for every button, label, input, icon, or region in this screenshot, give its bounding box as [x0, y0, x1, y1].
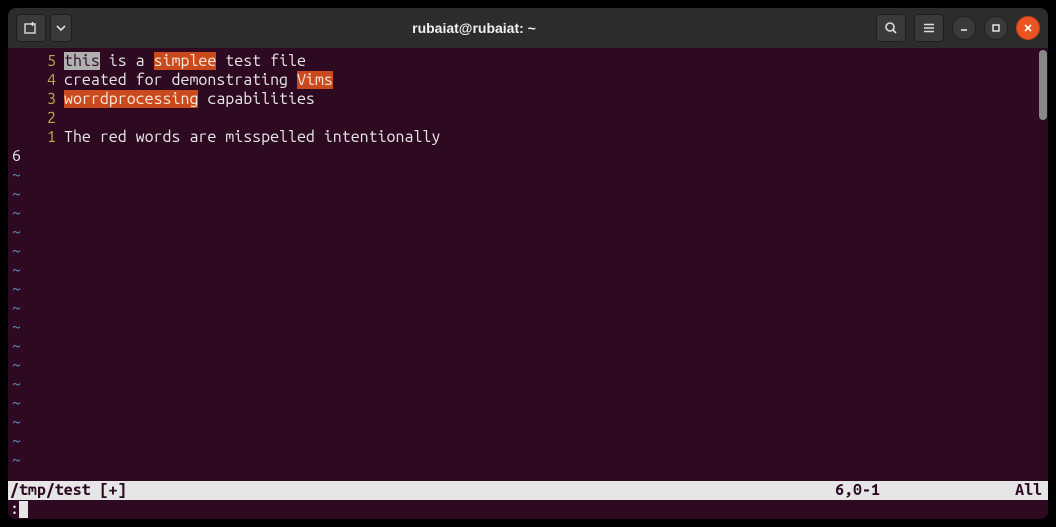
hamburger-menu-button[interactable]	[914, 14, 944, 42]
spell-bad-word: Vims	[297, 71, 333, 89]
terminal-viewport[interactable]: 5 this is a simplee test file 4 created …	[8, 48, 1048, 519]
tilde-line: ~	[8, 318, 1048, 337]
current-line-number: 6	[8, 147, 28, 166]
editor-line: 1 The red words are misspelled intention…	[8, 128, 1048, 147]
search-icon	[884, 21, 898, 35]
editor-line: 3 worrdprocessing capabilities	[8, 90, 1048, 109]
titlebar: rubaiat@rubaiat: ~	[8, 8, 1048, 48]
tilde-line: ~	[8, 299, 1048, 318]
maximize-button[interactable]	[984, 16, 1008, 40]
titlebar-right-group	[876, 14, 1040, 42]
tilde-line: ~	[8, 356, 1048, 375]
tilde-line: ~	[8, 223, 1048, 242]
editor-content: 5 this is a simplee test file 4 created …	[8, 48, 1048, 481]
tilde-line: ~	[8, 204, 1048, 223]
terminal-window: rubaiat@rubaiat: ~	[8, 8, 1048, 519]
tab-menu-button[interactable]	[50, 14, 72, 42]
chevron-down-icon	[56, 25, 66, 31]
search-button[interactable]	[876, 14, 906, 42]
tilde-line: ~	[8, 166, 1048, 185]
tilde-line: ~	[8, 280, 1048, 299]
titlebar-left-group	[16, 14, 72, 42]
line-text: The red words are misspelled intentional…	[64, 128, 440, 147]
command-line[interactable]: :	[8, 500, 1048, 519]
tilde-line: ~	[8, 242, 1048, 261]
spell-cursor-word: this	[64, 52, 100, 70]
command-prompt: :	[10, 500, 19, 519]
scrollbar-thumb[interactable]	[1039, 50, 1047, 120]
new-tab-button[interactable]	[16, 14, 46, 42]
tilde-line: ~	[8, 451, 1048, 470]
line-number: 5	[8, 52, 64, 71]
line-number: 4	[8, 71, 64, 90]
line-number: 3	[8, 90, 64, 109]
line-number: 1	[8, 128, 64, 147]
maximize-icon	[991, 23, 1001, 33]
editor-line: 2	[8, 109, 1048, 128]
cursor	[19, 501, 28, 518]
hamburger-icon	[922, 21, 936, 35]
line-text: worrdprocessing capabilities	[64, 90, 315, 109]
window-title: rubaiat@rubaiat: ~	[78, 20, 870, 36]
spell-bad-word: worrdprocessing	[64, 90, 198, 108]
line-text: this is a simplee test file	[64, 52, 306, 71]
tilde-line: ~	[8, 413, 1048, 432]
tilde-line: ~	[8, 432, 1048, 451]
line-number: 2	[8, 109, 64, 128]
status-percent: All	[1015, 481, 1048, 500]
editor-current-line: 6	[8, 147, 1048, 166]
status-filename: /tmp/test [+]	[8, 481, 126, 500]
tilde-line: ~	[8, 337, 1048, 356]
tilde-line: ~	[8, 375, 1048, 394]
status-spacer	[126, 481, 835, 500]
close-icon	[1023, 23, 1033, 33]
line-text: created for demonstrating Vims	[64, 71, 333, 90]
editor-line: 5 this is a simplee test file	[8, 52, 1048, 71]
minimize-icon	[959, 23, 969, 33]
close-button[interactable]	[1016, 16, 1040, 40]
tilde-line: ~	[8, 394, 1048, 413]
spell-bad-word: simplee	[154, 52, 217, 70]
minimize-button[interactable]	[952, 16, 976, 40]
editor-line: 4 created for demonstrating Vims	[8, 71, 1048, 90]
status-position: 6,0-1	[835, 481, 1015, 500]
status-bar: /tmp/test [+] 6,0-1 All	[8, 481, 1048, 500]
tilde-line: ~	[8, 185, 1048, 204]
tilde-line: ~	[8, 261, 1048, 280]
new-tab-icon	[24, 21, 38, 35]
